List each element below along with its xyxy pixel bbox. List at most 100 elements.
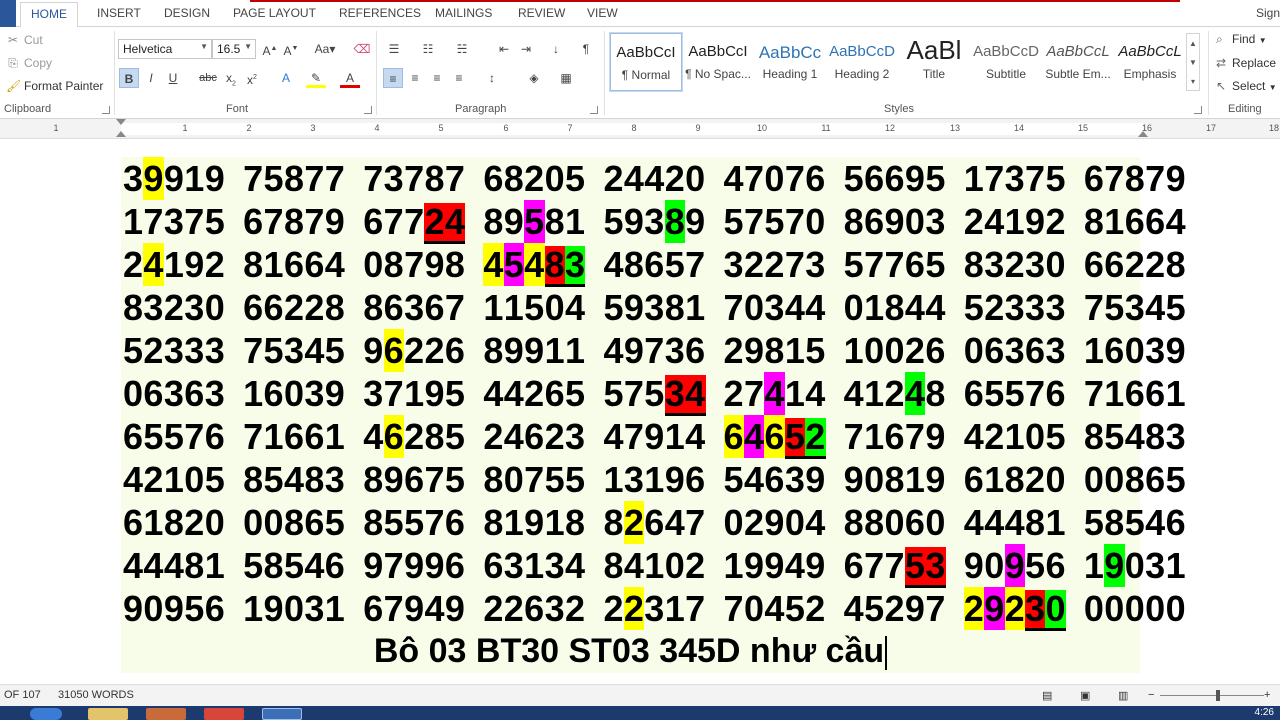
sort-icon[interactable]: ↓ [546, 39, 566, 59]
font-name-box[interactable]: Helvetica ▼ [118, 39, 212, 59]
number-line[interactable]: 65576 71661 46285 24623 47914 64652 71679 42105… [121, 415, 1186, 459]
style-heading-2[interactable]: AaBbCcD Heading 2 [826, 33, 898, 91]
clear-formatting-icon[interactable]: ⌫ [352, 39, 372, 59]
print-layout-icon[interactable]: ▣ [1080, 689, 1090, 702]
chevron-down-icon[interactable]: ▼ [244, 42, 252, 51]
justify-icon[interactable]: ≡ [449, 68, 469, 88]
superscript-icon[interactable]: x2 [242, 68, 262, 88]
web-layout-icon[interactable]: ▥ [1118, 689, 1128, 702]
start-button-icon[interactable] [30, 708, 62, 720]
word-count[interactable]: 31050 WORDS [58, 689, 134, 701]
left-indent-marker[interactable] [116, 131, 126, 137]
bold-icon[interactable]: B [119, 68, 139, 88]
tab-home[interactable]: HOME [20, 2, 78, 28]
borders-icon[interactable]: ▦ [556, 68, 576, 88]
page-count[interactable]: OF 107 [4, 689, 41, 701]
clipboard-launcher-icon[interactable] [102, 106, 110, 114]
font-launcher-icon[interactable] [364, 106, 372, 114]
font-size-box[interactable]: 16.5 ▼ [212, 39, 256, 59]
file-tab[interactable] [0, 0, 16, 27]
tab-design[interactable]: DESIGN [164, 6, 210, 20]
chrome-icon[interactable] [204, 708, 244, 720]
find-button[interactable]: ⌕ Find ▼ [1216, 32, 1267, 47]
read-mode-icon[interactable]: ▤ [1042, 689, 1052, 702]
shrink-font-icon[interactable]: A▼ [281, 39, 301, 59]
horizontal-ruler[interactable]: 1 1 2 3 4 5 6 7 8 9 10 11 12 13 14 15 16 17 18 [0, 119, 1280, 139]
zoom-slider-thumb[interactable] [1216, 690, 1220, 701]
media-player-icon[interactable] [146, 708, 186, 720]
first-line-indent-marker[interactable] [116, 119, 126, 125]
replace-button[interactable]: ⇄ Replace [1216, 56, 1276, 70]
format-painter-button[interactable]: 🖌 Format Painter [6, 79, 103, 93]
paragraph-launcher-icon[interactable] [590, 106, 598, 114]
chevron-down-icon[interactable]: ▼ [1187, 53, 1199, 72]
number-line[interactable]: 83230 66228 86367 11504 59381 70344 01844 52333… [121, 286, 1186, 329]
multilevel-list-icon[interactable]: ☵ [452, 39, 472, 59]
style-no-spacing[interactable]: AaBbCcI ¶ No Spac... [682, 33, 754, 91]
line-spacing-icon[interactable]: ↕ [482, 68, 502, 88]
number-line[interactable]: 17375 67879 67724 89581 59389 57570 86903 24192… [121, 200, 1186, 244]
zoom-in-icon[interactable]: + [1264, 689, 1270, 701]
chevron-down-icon[interactable]: ▼ [1269, 83, 1277, 92]
select-button[interactable]: ↖ Select ▼ [1216, 79, 1277, 93]
numbering-icon[interactable]: ☷ [418, 39, 438, 59]
style-emphasis[interactable]: AaBbCcL Emphasis [1114, 33, 1186, 91]
cut-button[interactable]: ✂ Cut [6, 33, 43, 47]
number-line[interactable]: 06363 16039 37195 44265 57534 27414 41248 65576… [121, 372, 1186, 416]
pilcrow-icon[interactable]: ¶ [576, 39, 596, 59]
number-line[interactable]: 52333 75345 96226 89911 49736 29815 10026 06363… [121, 329, 1186, 372]
underline-icon[interactable]: U [163, 68, 183, 88]
subscript-icon[interactable]: x2 [221, 68, 241, 88]
styles-launcher-icon[interactable] [1194, 106, 1202, 114]
style-heading-1[interactable]: AaBbCc Heading 1 [754, 33, 826, 91]
text-effects-icon[interactable]: A [276, 68, 296, 88]
zoom-out-icon[interactable]: − [1148, 689, 1154, 701]
align-center-icon[interactable]: ≡ [405, 68, 425, 88]
chevron-up-icon[interactable]: ▲ [1187, 34, 1199, 53]
tab-view[interactable]: VIEW [587, 6, 618, 20]
more-styles-icon[interactable]: ▾ [1187, 72, 1199, 91]
document-page-content[interactable]: 39919 75877 73787 68205 24420 47076 56695 17375… [121, 157, 1186, 673]
style-normal[interactable]: AaBbCcI ¶ Normal [609, 32, 683, 92]
tab-insert[interactable]: INSERT [97, 6, 141, 20]
zoom-slider[interactable] [1160, 695, 1264, 696]
tab-review[interactable]: REVIEW [518, 6, 565, 20]
document-area[interactable]: 39919 75877 73787 68205 24420 47076 56695 17375… [0, 140, 1280, 684]
digit: 2 [603, 158, 624, 199]
tab-mailings[interactable]: MAILINGS [435, 6, 492, 20]
chevron-down-icon[interactable]: ▼ [200, 42, 208, 51]
grow-font-icon[interactable]: A▲ [260, 39, 280, 59]
number-line[interactable]: 42105 85483 89675 80755 13196 54639 90819 61820… [121, 458, 1186, 501]
number-line[interactable]: 44481 58546 97996 63134 84102 19949 67753 90956… [121, 544, 1186, 588]
digit: 4 [283, 459, 305, 500]
align-right-icon[interactable]: ≡ [427, 68, 447, 88]
highlight-color-icon[interactable]: ✎ [306, 68, 326, 88]
tab-references[interactable]: REFERENCES [339, 6, 421, 20]
number-line[interactable]: 61820 00865 85576 81918 82647 02904 88060 44481… [121, 501, 1186, 544]
shading-icon[interactable]: ◈ [524, 68, 544, 88]
style-title[interactable]: AaBl Title [898, 33, 970, 91]
number-line[interactable]: 39919 75877 73787 68205 24420 47076 56695 17375… [121, 157, 1186, 200]
decrease-indent-icon[interactable]: ⇤ [494, 39, 514, 59]
right-indent-marker[interactable] [1138, 131, 1148, 137]
copy-button[interactable]: ⎘ Copy [6, 56, 52, 71]
font-color-icon[interactable]: A [340, 68, 360, 88]
number-line[interactable]: 90956 19031 67949 22632 22317 70452 45297 29230… [121, 587, 1186, 631]
style-subtle-emphasis[interactable]: AaBbCcL Subtle Em... [1042, 33, 1114, 91]
chevron-down-icon[interactable]: ▼ [1259, 36, 1267, 45]
number-group: 37195 [363, 372, 465, 415]
align-left-icon[interactable]: ≡ [383, 68, 403, 88]
italic-icon[interactable]: I [141, 68, 161, 88]
tab-page-layout[interactable]: PAGE LAYOUT [233, 6, 316, 20]
increase-indent-icon[interactable]: ⇥ [516, 39, 536, 59]
bullets-icon[interactable]: ☰ [384, 39, 404, 59]
number-line[interactable]: 24192 81664 08798 45483 48657 32273 57765 83230… [121, 243, 1186, 287]
style-subtitle[interactable]: AaBbCcD Subtitle [970, 33, 1042, 91]
file-explorer-icon[interactable] [88, 708, 128, 720]
document-note-line[interactable]: Bô 03 BT30 ST03 345D như cầu [121, 630, 1140, 673]
change-case-icon[interactable]: Aa▾ [310, 39, 340, 59]
styles-gallery-scroll[interactable]: ▲ ▼ ▾ [1186, 33, 1200, 91]
sign-in-link[interactable]: Sign [1256, 6, 1280, 20]
strikethrough-icon[interactable]: abc [197, 68, 219, 88]
word-taskbar-icon[interactable] [262, 708, 302, 720]
